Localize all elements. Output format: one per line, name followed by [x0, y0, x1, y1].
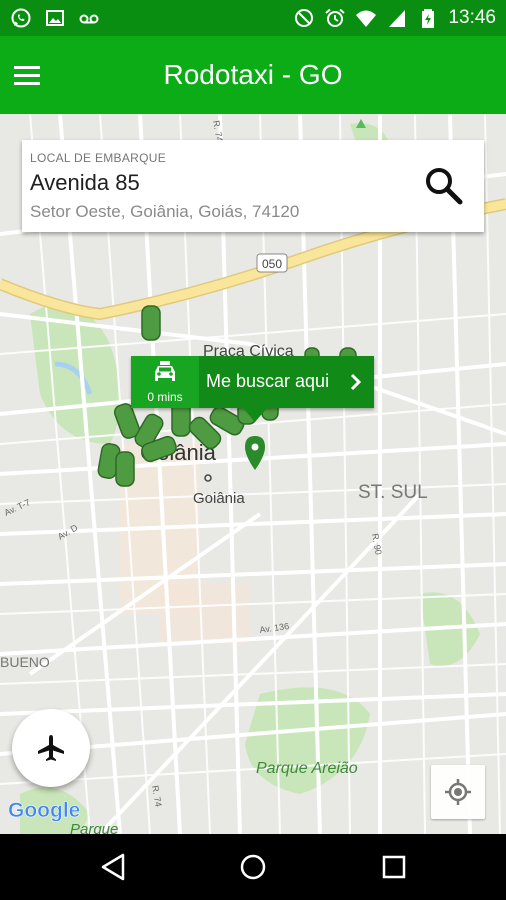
search-icon	[426, 168, 463, 205]
pickup-label: LOCAL DE EMBARQUE	[30, 151, 167, 165]
recents-icon[interactable]	[379, 852, 409, 882]
map-label-road-050: 050	[262, 257, 282, 271]
chevron-right-icon	[350, 373, 362, 391]
whatsapp-icon	[11, 8, 31, 28]
image-icon	[46, 10, 64, 26]
map-label-parque-areiao: Parque Areião	[256, 760, 358, 777]
map-label-bueno: BUENO	[0, 654, 50, 670]
home-icon[interactable]	[238, 852, 268, 882]
pickup-address: Setor Oeste, Goiânia, Goiás, 74120	[30, 202, 300, 221]
airplane-icon	[38, 735, 64, 761]
app-bar: Rodotaxi - GO	[0, 36, 506, 114]
wifi-icon	[356, 10, 377, 27]
map-label-goiania-small: Goiânia	[193, 490, 245, 507]
taxi-car-icon	[155, 361, 175, 381]
airport-button[interactable]	[12, 709, 90, 787]
do-not-disturb-icon	[295, 9, 314, 27]
app-title: Rodotaxi - GO	[163, 59, 343, 90]
taxi-icon	[141, 305, 161, 341]
google-logo: Google	[8, 799, 80, 822]
map-label-parque: Parque	[70, 821, 118, 834]
pickup-location-card[interactable]: LOCAL DE EMBARQUE Avenida 85 Setor Oeste…	[22, 140, 484, 232]
clock: 13:46	[448, 7, 496, 28]
taxi-icon	[115, 451, 135, 487]
my-location-icon	[445, 779, 471, 805]
eta-box: 0 mins	[131, 356, 199, 408]
voicemail-icon	[79, 14, 99, 24]
map-label-st-sul: ST. SUL	[358, 482, 428, 503]
my-location-button[interactable]	[431, 765, 485, 819]
pickup-here-button[interactable]: 0 mins Me buscar aqui	[131, 356, 374, 408]
eta-text: 0 mins	[147, 390, 183, 404]
pickup-street[interactable]: Avenida 85	[30, 170, 140, 196]
signal-icon	[389, 10, 406, 27]
battery-icon	[422, 9, 435, 28]
alarm-icon	[325, 8, 346, 27]
status-bar: 13:46	[0, 0, 506, 36]
pickup-here-label: Me buscar aqui	[206, 371, 330, 391]
navigation-bar	[0, 834, 506, 900]
back-icon[interactable]	[99, 852, 129, 882]
bubble-pointer	[243, 408, 267, 422]
search-button[interactable]	[422, 164, 466, 208]
